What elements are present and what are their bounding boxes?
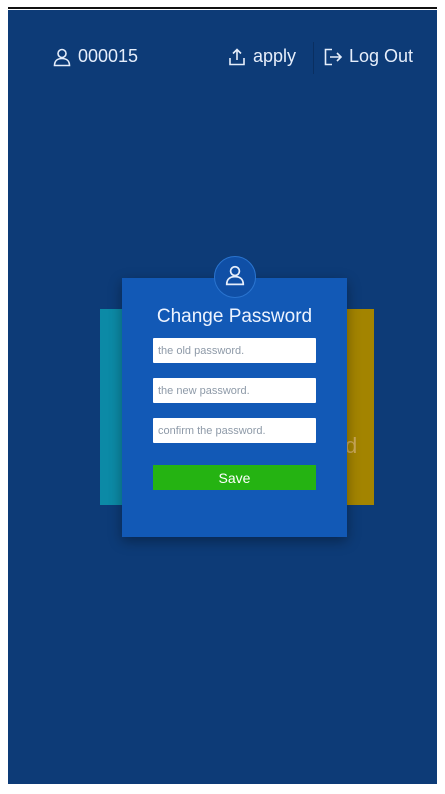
logout-label: Log Out — [349, 46, 414, 66]
user-id-display: 000015 — [52, 46, 138, 67]
save-button[interactable]: Save — [153, 465, 316, 490]
header-divider — [313, 42, 314, 74]
new-password-field[interactable] — [153, 378, 316, 403]
app-screen: 000015 apply Log Out d Change Password S… — [8, 10, 437, 784]
upload-icon — [227, 47, 247, 67]
user-id-label: 000015 — [78, 46, 139, 66]
logout-icon — [323, 47, 343, 67]
change-password-dialog: Change Password Save — [122, 256, 347, 537]
dialog-title: Change Password — [156, 306, 313, 327]
confirm-password-field[interactable] — [153, 418, 316, 443]
old-password-field[interactable] — [153, 338, 316, 363]
header: 000015 apply Log Out — [8, 10, 437, 110]
user-icon — [224, 264, 246, 291]
top-border — [8, 7, 437, 9]
background-card-right: d — [345, 309, 374, 505]
user-icon — [52, 47, 72, 67]
apply-label: apply — [253, 46, 297, 66]
logout-button[interactable]: Log Out — [323, 46, 413, 67]
avatar — [214, 256, 256, 298]
apply-button[interactable]: apply — [227, 46, 296, 67]
